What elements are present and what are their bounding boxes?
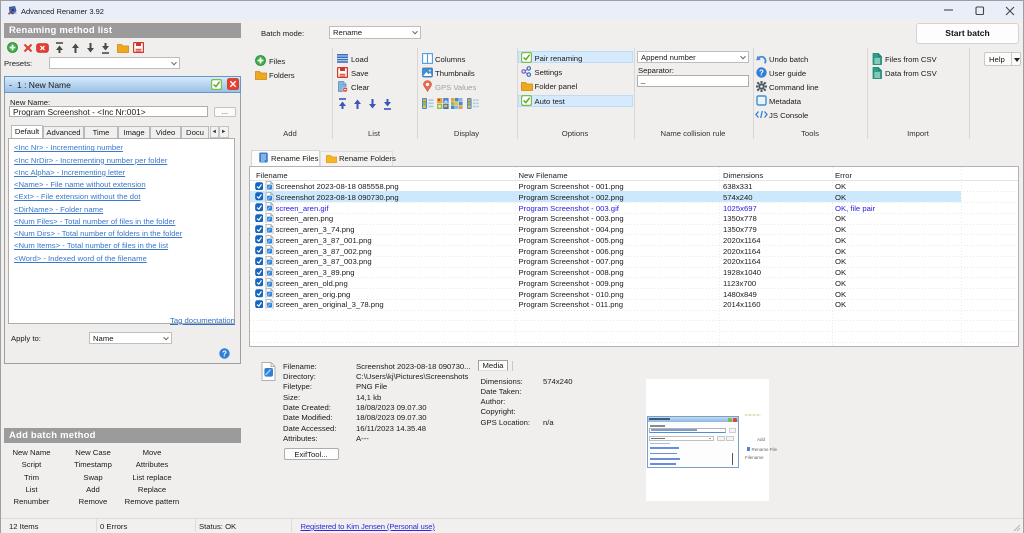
svg-text:?: ? [759, 68, 764, 77]
svg-text:?: ? [222, 349, 227, 358]
